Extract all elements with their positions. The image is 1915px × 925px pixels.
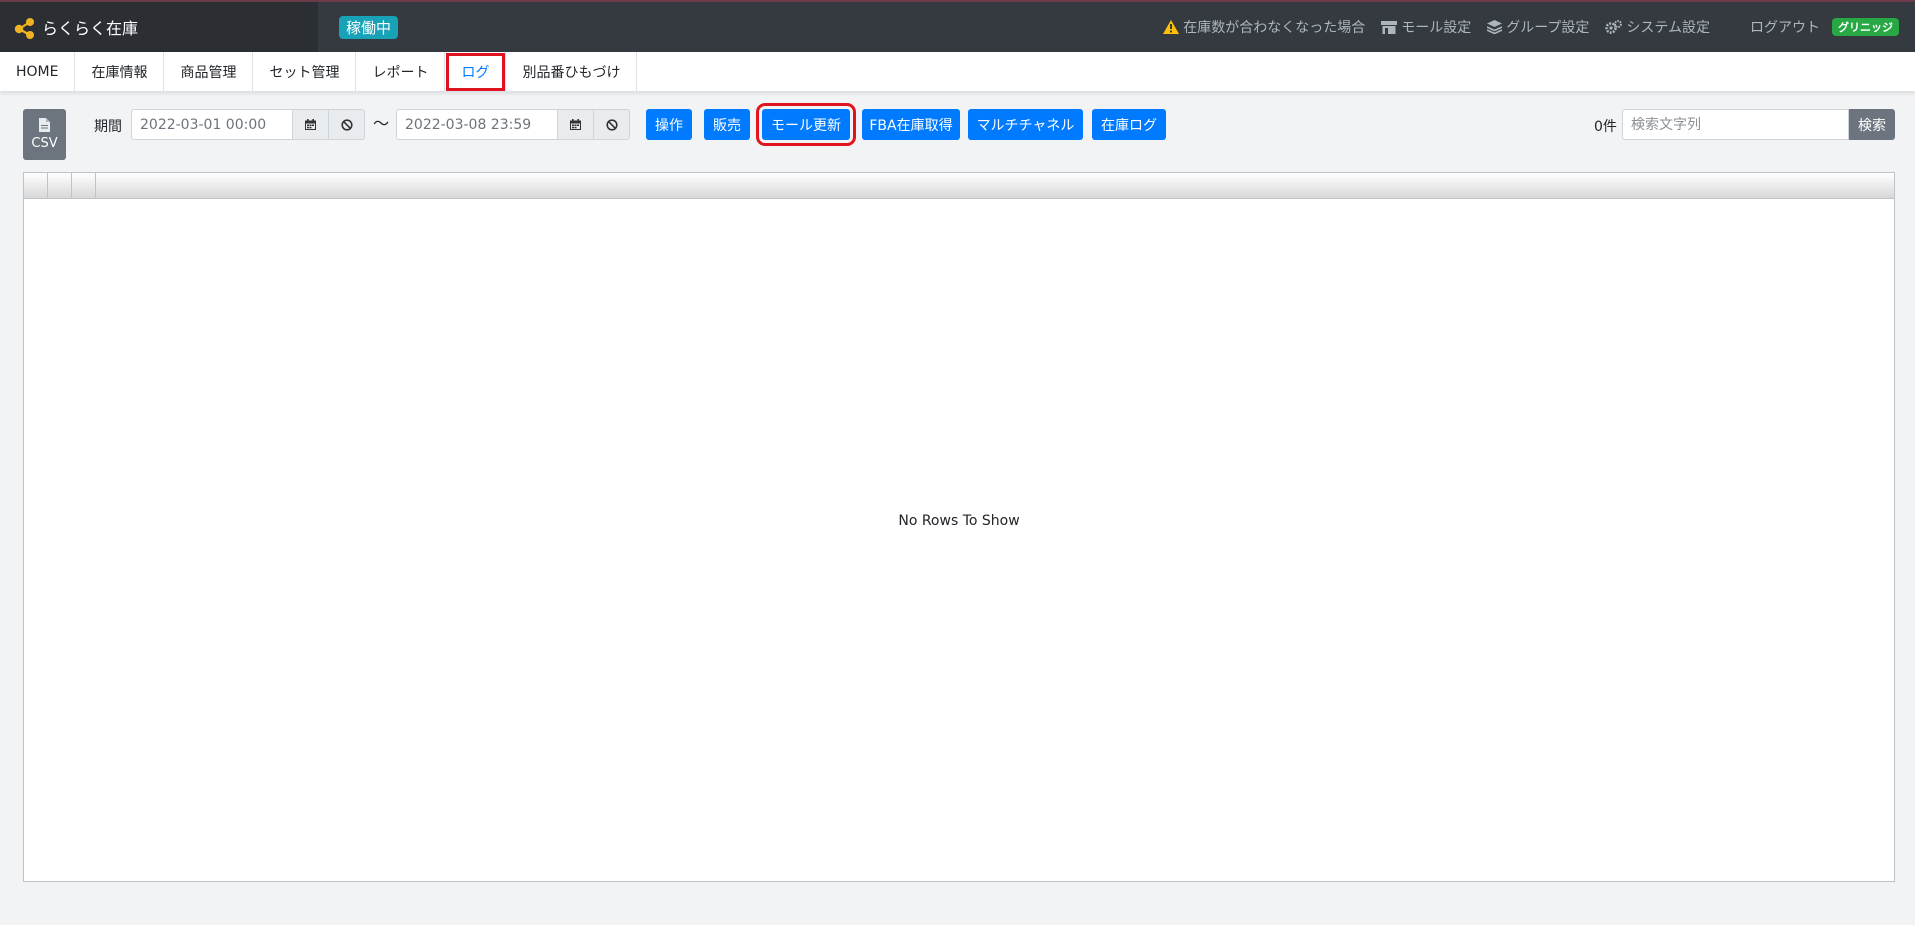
mismatch-help-label: 在庫数が合わなくなった場合 (1183, 20, 1366, 36)
group-badge: グリニッジ (1832, 18, 1899, 36)
date-from-calendar-button[interactable] (293, 109, 329, 140)
tab-report[interactable]: レポート (356, 52, 446, 92)
tab-home[interactable]: HOME (0, 52, 76, 92)
group-settings-link[interactable]: グループ設定 (1487, 17, 1589, 37)
grid-empty-message: No Rows To Show (898, 513, 1020, 529)
mismatch-help-link[interactable]: 在庫数が合わなくなった場合 (1163, 17, 1365, 37)
layers-icon (1487, 20, 1503, 34)
log-grid: No Rows To Show (23, 172, 1895, 882)
grid-header (24, 173, 1894, 199)
share-nodes-icon (14, 18, 34, 39)
date-to-input[interactable] (396, 109, 558, 140)
date-from-input[interactable] (131, 109, 293, 140)
system-settings-label: システム設定 (1626, 20, 1710, 36)
ban-icon (605, 118, 618, 131)
fba-stock-fetch-button[interactable]: FBA在庫取得 (862, 109, 960, 140)
mall-settings-label: モール設定 (1401, 20, 1472, 36)
csv-label: CSV (31, 136, 58, 151)
group-settings-label: グループ設定 (1506, 20, 1590, 36)
system-settings-link[interactable]: システム設定 (1605, 17, 1710, 37)
sales-log-button[interactable]: 販売 (704, 109, 750, 140)
tab-log[interactable]: ログ (445, 52, 507, 92)
mall-update-log-button[interactable]: モール更新 (756, 103, 856, 146)
date-from-group (131, 109, 365, 140)
main-tabs: HOME 在庫情報 商品管理 セット管理 レポート ログ 別品番ひもづけ (0, 52, 1915, 92)
tab-set-management[interactable]: セット管理 (253, 52, 357, 92)
tab-product-management[interactable]: 商品管理 (164, 52, 254, 92)
date-from-clear-button[interactable] (329, 109, 365, 140)
multichannel-button[interactable]: マルチチャネル (968, 109, 1083, 140)
top-nav-links: 在庫数が合わなくなった場合 モール設定 グループ設定 システム設定 ログアウト … (1147, 2, 1899, 52)
brand[interactable]: らくらく在庫 (0, 2, 318, 52)
period-label: 期間 (94, 119, 122, 135)
date-to-calendar-button[interactable] (558, 109, 594, 140)
grid-header-cell[interactable] (72, 173, 96, 198)
grid-header-cell[interactable] (48, 173, 72, 198)
top-navbar: らくらく在庫 稼働中 在庫数が合わなくなった場合 モール設定 グループ設定 シス… (0, 0, 1915, 52)
ban-icon (340, 118, 353, 131)
csv-download-button[interactable]: CSV (23, 109, 66, 160)
calendar-icon (305, 119, 316, 130)
search-input[interactable] (1622, 109, 1849, 140)
warning-icon (1163, 20, 1180, 34)
date-range-separator: 〜 (373, 114, 390, 133)
stock-log-button[interactable]: 在庫ログ (1092, 109, 1166, 140)
result-count: 0件 (1594, 119, 1617, 135)
app-name: らくらく在庫 (42, 19, 139, 38)
mall-settings-link[interactable]: モール設定 (1381, 17, 1471, 37)
status-badge: 稼働中 (339, 16, 399, 39)
operation-log-button[interactable]: 操作 (646, 109, 692, 140)
tab-alt-sku-link[interactable]: 別品番ひもづけ (506, 52, 638, 92)
search-button[interactable]: 検索 (1849, 109, 1895, 140)
logout-link[interactable]: ログアウト (1750, 17, 1820, 37)
date-to-group (396, 109, 630, 140)
gears-icon (1605, 20, 1623, 34)
grid-header-cell[interactable] (24, 173, 48, 198)
date-to-clear-button[interactable] (594, 109, 630, 140)
search-group: 検索 (1622, 109, 1895, 140)
store-icon (1381, 20, 1398, 34)
file-icon (39, 118, 50, 132)
tab-stock-info[interactable]: 在庫情報 (75, 52, 165, 92)
calendar-icon (570, 119, 581, 130)
